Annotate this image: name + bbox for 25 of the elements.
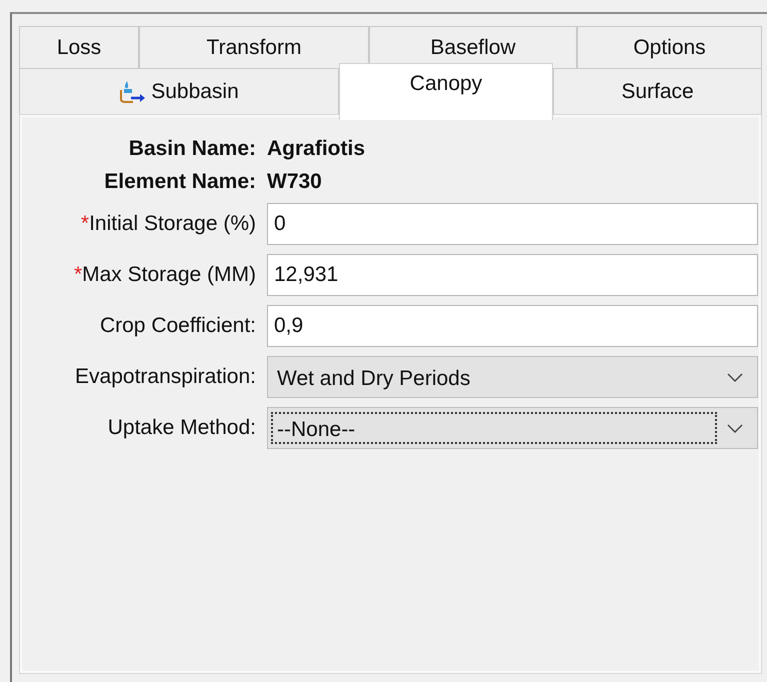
dropdown[interactable]: Wet and Dry Periods — [267, 356, 758, 398]
input-field[interactable]: 12,931 — [267, 254, 758, 296]
info-label: Element Name: — [103, 170, 256, 194]
field-label: Evapotranspiration: — [74, 365, 256, 389]
required-mark: * — [74, 263, 82, 286]
tab[interactable]: Surface — [553, 68, 762, 114]
subbasin-icon — [119, 78, 148, 104]
info-value: W730 — [267, 170, 323, 194]
tab[interactable]: Options — [577, 26, 762, 68]
field-label: Uptake Method: — [106, 416, 256, 440]
info-value: Agrafiotis — [267, 137, 366, 161]
chevron-down-icon — [727, 372, 743, 382]
info-label: Basin Name: — [128, 137, 256, 161]
chevron-down-icon — [727, 424, 743, 432]
tab[interactable]: Loss — [19, 26, 139, 68]
dropdown[interactable]: --None-- — [267, 407, 758, 449]
field-label: Crop Coefficient: — [98, 314, 256, 338]
field-label: Initial Storage (%) — [89, 212, 256, 235]
input-field[interactable]: 0 — [267, 203, 758, 245]
required-mark: * — [80, 212, 90, 235]
input-field[interactable]: 0,9 — [267, 305, 758, 347]
tab[interactable]: Canopy — [339, 63, 553, 120]
field-label: Max Storage (MM) — [82, 263, 256, 286]
tab[interactable]: Subbasin — [19, 68, 339, 114]
tab[interactable]: Transform — [139, 26, 369, 68]
